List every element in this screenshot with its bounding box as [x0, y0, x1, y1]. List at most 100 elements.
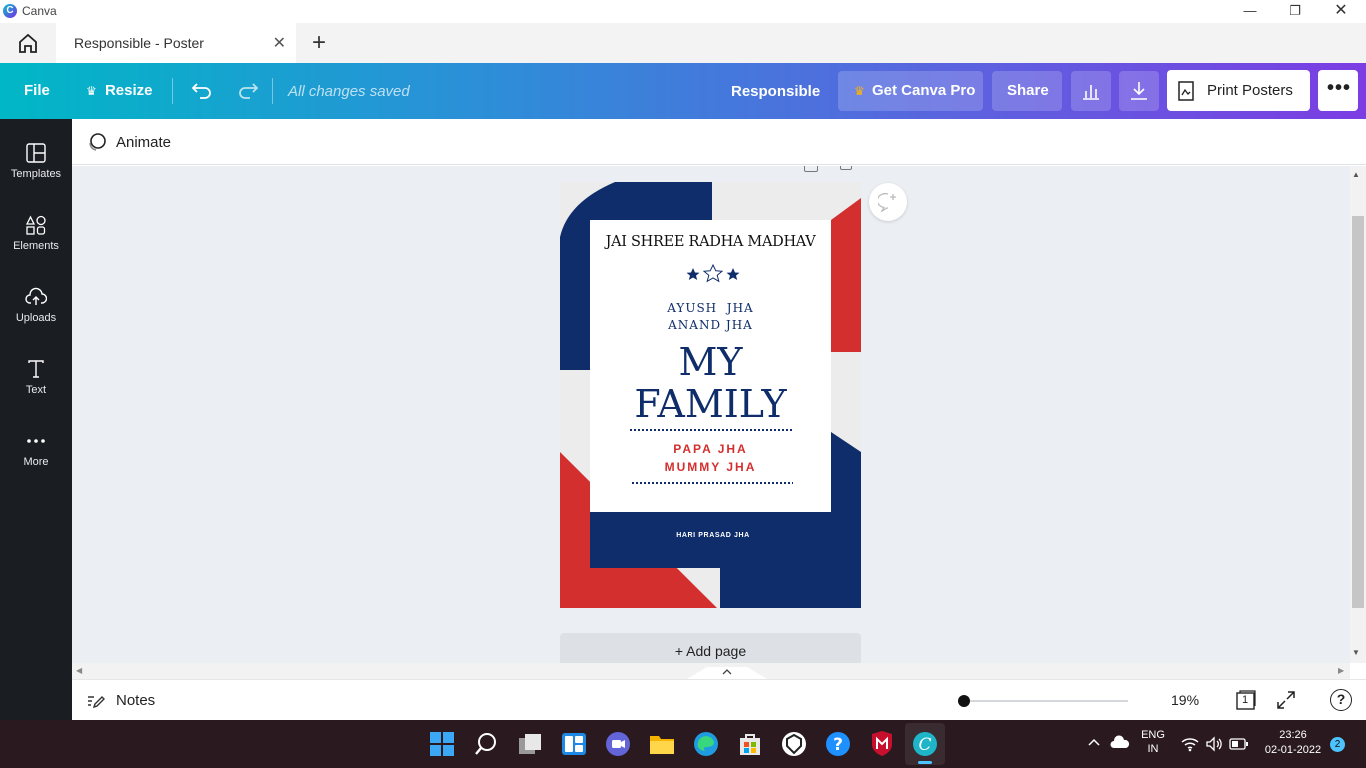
mcafee-button[interactable]: [869, 731, 895, 757]
download-icon: [1131, 82, 1147, 100]
canva-logo-icon: C: [3, 4, 17, 18]
sidebar-item-uploads[interactable]: Uploads: [0, 271, 72, 337]
start-button[interactable]: [429, 731, 455, 757]
undo-button[interactable]: [190, 79, 214, 106]
context-toolbar: Animate: [72, 119, 1366, 165]
vertical-scroll-thumb[interactable]: [1352, 216, 1364, 608]
poster-parents-line2[interactable]: MUMMY JHA: [590, 460, 831, 474]
battery-status[interactable]: [1229, 737, 1249, 756]
elements-icon: [25, 215, 46, 235]
download-button[interactable]: [1119, 71, 1159, 111]
volume-status[interactable]: [1205, 736, 1223, 757]
poster-title-line2[interactable]: FAMILY: [590, 384, 831, 424]
animate-label: Animate: [116, 134, 172, 151]
animate-button[interactable]: Animate: [86, 131, 186, 155]
share-button[interactable]: Share: [992, 71, 1062, 111]
scroll-down-icon[interactable]: ▼: [1352, 648, 1360, 657]
window-title-bar: C Canva — ❐ ✕: [0, 0, 1366, 23]
tab-label: Responsible - Poster: [74, 35, 204, 51]
horizontal-scrollbar[interactable]: ◀ ▶: [72, 663, 1350, 679]
clock-date: 02-01-2022: [1264, 744, 1322, 756]
sidebar-item-text[interactable]: Text: [0, 343, 72, 409]
poster-page[interactable]: JAI SHREE RADHA MADHAV AYUSH JHA ANAND J…: [560, 182, 861, 608]
poster-names-line1[interactable]: AYUSH JHA: [590, 301, 831, 315]
task-view-button[interactable]: [517, 731, 543, 757]
teams-chat-button[interactable]: [605, 731, 631, 757]
print-posters-button[interactable]: Print Posters: [1167, 70, 1310, 111]
store-button[interactable]: [737, 731, 763, 757]
wifi-status[interactable]: [1181, 736, 1199, 757]
notification-badge[interactable]: 2: [1330, 737, 1345, 752]
document-name[interactable]: Responsible: [731, 83, 820, 100]
svg-text:C: C: [918, 735, 931, 755]
folder-icon: [650, 736, 674, 754]
sidebar-item-more[interactable]: More: [0, 415, 72, 481]
scroll-left-icon[interactable]: ◀: [76, 666, 82, 675]
zoom-slider-thumb[interactable]: [958, 695, 970, 707]
zoom-slider-track[interactable]: [962, 700, 1128, 702]
tab-bar: Responsible - Poster ✕ +: [0, 23, 1366, 63]
clock[interactable]: 23:26 02-01-2022: [1258, 729, 1328, 756]
more-dots-icon: [27, 439, 45, 443]
close-tab-icon[interactable]: ✕: [273, 33, 286, 53]
undo-icon: [191, 83, 211, 99]
resize-button[interactable]: ♛ Resize: [86, 82, 152, 99]
app-shield-button[interactable]: [781, 731, 807, 757]
shield-app-icon: [782, 732, 806, 756]
delete-page-icon[interactable]: [840, 166, 852, 170]
edge-icon: [694, 732, 718, 756]
home-button[interactable]: [14, 31, 42, 55]
redo-button[interactable]: [236, 79, 260, 106]
page-count-button[interactable]: 1: [1235, 689, 1257, 711]
collapse-notes-handle[interactable]: [687, 663, 767, 679]
scroll-right-icon[interactable]: ▶: [1338, 666, 1344, 675]
close-window-button[interactable]: ✕: [1318, 0, 1364, 23]
notes-button[interactable]: Notes: [86, 690, 186, 712]
search-taskbar-button[interactable]: [473, 731, 499, 757]
add-page-button[interactable]: + Add page: [560, 633, 861, 663]
help-circle-icon: ?: [826, 732, 850, 756]
poster-header[interactable]: JAI SHREE RADHA MADHAV: [590, 234, 831, 250]
fullscreen-button[interactable]: [1275, 689, 1297, 716]
restore-button[interactable]: ❐: [1272, 0, 1318, 23]
more-options-button[interactable]: •••: [1318, 70, 1358, 111]
add-comment-button[interactable]: [869, 183, 907, 221]
insights-button[interactable]: [1071, 71, 1111, 111]
sidebar-item-label: Uploads: [15, 312, 57, 324]
edge-browser-button[interactable]: [693, 731, 719, 757]
tab-responsible-poster[interactable]: Responsible - Poster ✕: [56, 23, 296, 63]
canva-taskbar-button[interactable]: C: [905, 723, 945, 765]
ellipsis-icon: •••: [1327, 77, 1352, 99]
sidebar-item-label: Templates: [10, 168, 62, 180]
notes-label: Notes: [116, 692, 156, 709]
scroll-up-icon[interactable]: ▲: [1352, 170, 1360, 179]
zoom-percentage[interactable]: 19%: [1171, 692, 1199, 708]
show-hidden-icons-button[interactable]: [1086, 735, 1102, 756]
store-icon: [740, 734, 760, 755]
svg-text:?: ?: [833, 735, 843, 755]
volume-icon: [1206, 736, 1222, 752]
help-button[interactable]: ?: [1330, 689, 1352, 711]
sidebar-item-label: Elements: [13, 240, 59, 252]
file-explorer-button[interactable]: [649, 731, 675, 757]
minimize-button[interactable]: —: [1227, 0, 1273, 23]
resize-label: Resize: [104, 82, 153, 99]
language-indicator[interactable]: ENG IN: [1141, 729, 1165, 755]
onedrive-button[interactable]: [1110, 735, 1130, 756]
get-help-button[interactable]: ?: [825, 731, 851, 757]
poster-footer[interactable]: HARI PRASAD JHA: [590, 532, 836, 539]
poster-title-line1[interactable]: MY: [590, 342, 831, 382]
sidebar-item-templates[interactable]: Templates: [0, 127, 72, 193]
vertical-scrollbar[interactable]: ▲ ▼: [1350, 166, 1366, 663]
widgets-button[interactable]: [561, 731, 587, 757]
new-tab-button[interactable]: +: [312, 29, 326, 57]
language-line2: IN: [1147, 743, 1159, 755]
sidebar-item-elements[interactable]: Elements: [0, 199, 72, 265]
text-icon: [28, 360, 44, 378]
duplicate-page-icon[interactable]: [804, 166, 818, 172]
design-canvas: JAI SHREE RADHA MADHAV AYUSH JHA ANAND J…: [72, 166, 1350, 663]
poster-names-line2[interactable]: ANAND JHA: [590, 318, 831, 332]
file-menu-button[interactable]: File: [24, 82, 50, 99]
poster-parents-line1[interactable]: PAPA JHA: [590, 442, 831, 456]
get-canva-pro-button[interactable]: ♛ Get Canva Pro: [838, 71, 983, 111]
